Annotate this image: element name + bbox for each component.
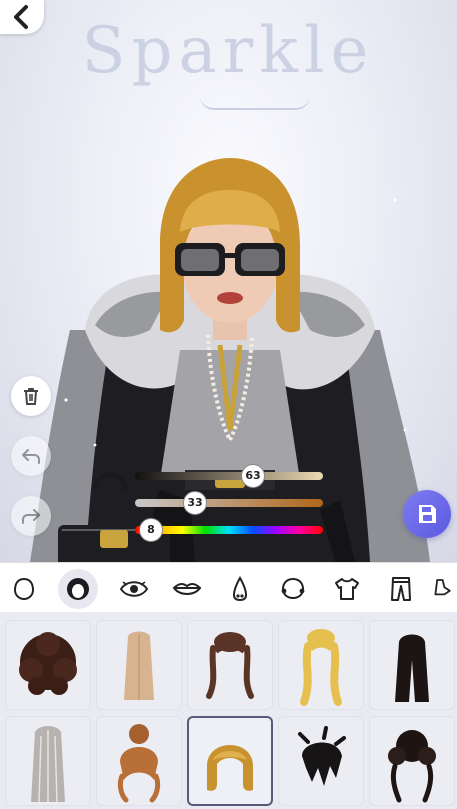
blonde-bob-hair-image <box>207 745 253 791</box>
hair-saturation-slider[interactable]: 33 <box>135 491 323 515</box>
hair-item-long-straight-blonde[interactable] <box>96 620 182 710</box>
hair-shade-slider[interactable]: 63 <box>135 464 323 488</box>
redo-button[interactable] <box>11 496 51 536</box>
floppy-disk-icon <box>419 505 436 523</box>
hair-icon <box>67 578 89 600</box>
hair-shade-thumb[interactable]: 63 <box>241 464 265 488</box>
category-toolbar <box>0 562 457 614</box>
hair-shade-track <box>135 472 323 480</box>
hair-hue-thumb[interactable]: 8 <box>139 518 163 542</box>
tab-bottoms[interactable] <box>381 569 421 609</box>
undo-icon <box>22 449 40 464</box>
save-button[interactable] <box>403 490 451 538</box>
hair-item-curly-bun-dark[interactable] <box>369 716 455 806</box>
hair-item-curly-dark[interactable] <box>5 620 91 710</box>
chevron-left-icon <box>14 5 28 29</box>
redo-icon <box>22 509 40 524</box>
back-button[interactable] <box>0 0 44 34</box>
messy-black-hair-image <box>298 726 346 786</box>
trash-icon <box>24 388 38 405</box>
tab-face-shape[interactable] <box>4 569 44 609</box>
tab-lips[interactable] <box>167 569 207 609</box>
tab-more[interactable] <box>430 569 457 609</box>
hair-saturation-thumb[interactable]: 33 <box>183 491 207 515</box>
hair-item-bun-auburn[interactable] <box>96 716 182 806</box>
hair-saturation-track <box>135 499 323 507</box>
curly-dark-hair-image <box>19 632 77 695</box>
hair-item-blonde-bob[interactable] <box>187 716 273 806</box>
long-straight-blonde-hair-image <box>124 631 154 700</box>
bun-auburn-hair-image <box>117 724 161 803</box>
hair-item-messy-black[interactable] <box>278 716 364 806</box>
hair-item-long-silver[interactable] <box>5 716 91 806</box>
tab-tops[interactable] <box>327 569 367 609</box>
nose-icon <box>232 575 248 602</box>
tab-nose[interactable] <box>220 569 260 609</box>
tab-ears[interactable] <box>273 569 313 609</box>
undo-button[interactable] <box>11 436 51 476</box>
hair-hue-track <box>135 526 323 534</box>
hair-item-blonde-braided[interactable] <box>278 620 364 710</box>
eye-icon <box>119 581 149 597</box>
hair-item-updo-wavy-brown[interactable] <box>187 620 273 710</box>
blonde-braided-hair-image <box>300 629 342 706</box>
hair-item-long-black[interactable] <box>369 620 455 710</box>
pants-icon <box>391 577 411 601</box>
tab-hair[interactable] <box>58 569 98 609</box>
hair-hue-slider[interactable]: 8 <box>135 518 323 542</box>
face-shape-icon <box>13 577 35 601</box>
ear-icon <box>281 577 305 600</box>
tab-eyes[interactable] <box>114 569 154 609</box>
curly-bun-dark-hair-image <box>388 730 436 803</box>
accessory-icon <box>434 579 451 596</box>
long-black-hair-image <box>395 634 429 702</box>
avatar-stage: Sparkle 63 33 8 <box>0 0 457 562</box>
delete-button[interactable] <box>11 376 51 416</box>
updo-wavy-brown-hair-image <box>206 632 254 699</box>
lips-icon <box>172 583 202 595</box>
long-silver-hair-image <box>31 726 65 803</box>
shirt-icon <box>335 578 359 600</box>
hair-item-grid <box>0 612 457 809</box>
